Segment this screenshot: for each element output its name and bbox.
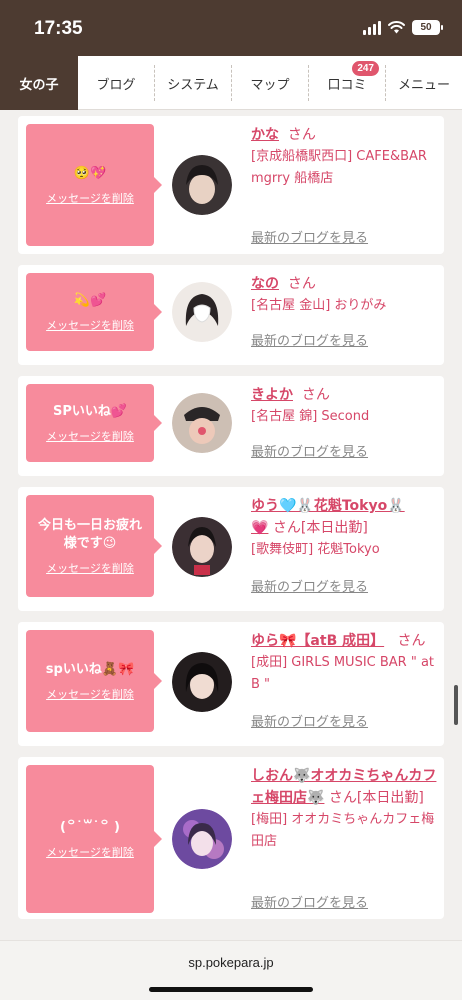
honorific: さん [272, 520, 301, 536]
home-indicator[interactable] [149, 987, 313, 992]
list-item: 💫💕 メッセージを削除 なの さん [名古屋 金山] おりがみ 最新のブログを見… [18, 265, 444, 365]
latest-blog-link[interactable]: 最新のブログを見る [251, 330, 368, 349]
girl-info: きよか さん [名古屋 錦] Second [251, 384, 439, 428]
message-bubble: 今日も一日お疲れ様です😉 メッセージを削除 [26, 495, 162, 597]
message-text: spいいね🧸🎀 [45, 661, 135, 677]
message-text: 💫💕 [73, 292, 107, 308]
nav-tabs: 女の子 ブログ システム マップ 口コミ 247 メニュー [0, 56, 462, 110]
work-status: [本日出勤] [356, 790, 424, 806]
girl-name-link[interactable]: なの [251, 276, 279, 292]
girl-name-link[interactable]: ゆら🎀【atB 成田】 [251, 633, 384, 649]
latest-blog-link[interactable]: 最新のブログを見る [251, 227, 368, 246]
shop-info: [歌舞伎町] 花魁Tokyo [251, 542, 380, 557]
girl-info: しおん🐺オオカミちゃんカフェ梅田店🐺 さん[本日出勤] [梅田] オオカミちゃん… [251, 765, 439, 853]
honorific: さん [301, 387, 330, 403]
honorific: さん [397, 633, 426, 649]
shop-info: [成田] GIRLS MUSIC BAR " at B " [251, 655, 435, 692]
work-status: [本日出勤] [300, 520, 368, 536]
signal-icon [363, 20, 381, 35]
latest-blog-link[interactable]: 最新のブログを見る [251, 892, 368, 911]
message-bubble: (꒪˙꒳˙꒪ ) メッセージを削除 [26, 765, 162, 913]
girl-name-link[interactable]: きよか [251, 387, 293, 403]
girl-info: なの さん [名古屋 金山] おりがみ [251, 273, 439, 317]
battery-icon: 50 [412, 20, 443, 35]
honorific: さん [328, 790, 357, 806]
list-item: 今日も一日お疲れ様です😉 メッセージを削除 ゆう🩵🐰花魁Tokyo🐰💗 さん[本… [18, 487, 444, 611]
scrollbar[interactable] [454, 685, 458, 725]
message-text: 🥺💖 [73, 165, 107, 181]
tab-reviews[interactable]: 口コミ 247 [309, 56, 385, 110]
wifi-icon [388, 21, 405, 34]
tab-menu[interactable]: メニュー [386, 56, 462, 110]
reviews-count-badge: 247 [352, 61, 379, 76]
status-icons: 50 [363, 20, 443, 35]
latest-blog-link[interactable]: 最新のブログを見る [251, 711, 368, 730]
delete-message-link[interactable]: メッセージを削除 [46, 428, 134, 444]
browser-address-bar: sp.pokepara.jp [0, 940, 462, 1000]
message-text: 今日も一日お疲れ様です😉 [37, 517, 142, 551]
honorific: さん [287, 127, 316, 143]
shop-info: [梅田] オオカミちゃんカフェ梅田店 [251, 812, 435, 849]
tab-blog[interactable]: ブログ [78, 56, 154, 110]
avatar[interactable] [172, 517, 232, 577]
message-text: (꒪˙꒳˙꒪ ) [60, 819, 120, 835]
avatar[interactable] [172, 282, 232, 342]
message-bubble: SPいいね💕 メッセージを削除 [26, 384, 162, 462]
shop-info: [京成船橋駅西口] CAFE&BAR mgrry 船橋店 [251, 149, 427, 186]
list-item: (꒪˙꒳˙꒪ ) メッセージを削除 しおん🐺オオカミちゃんカフェ梅田店🐺 さん[… [18, 757, 444, 919]
girls-message-list: 🥺💖 メッセージを削除 かな さん [京成船橋駅西口] CAFE&BAR mgr… [18, 116, 444, 930]
girl-info: ゆう🩵🐰花魁Tokyo🐰💗 さん[本日出勤] [歌舞伎町] 花魁Tokyo [251, 495, 439, 561]
delete-message-link[interactable]: メッセージを削除 [46, 190, 134, 206]
girl-info: かな さん [京成船橋駅西口] CAFE&BAR mgrry 船橋店 [251, 124, 439, 190]
tab-girls[interactable]: 女の子 [0, 56, 78, 110]
message-bubble: 🥺💖 メッセージを削除 [26, 124, 162, 246]
list-item: 🥺💖 メッセージを削除 かな さん [京成船橋駅西口] CAFE&BAR mgr… [18, 116, 444, 254]
delete-message-link[interactable]: メッセージを削除 [46, 560, 134, 576]
delete-message-link[interactable]: メッセージを削除 [46, 686, 134, 702]
message-text: SPいいね💕 [52, 403, 128, 419]
latest-blog-link[interactable]: 最新のブログを見る [251, 576, 368, 595]
delete-message-link[interactable]: メッセージを削除 [46, 844, 134, 860]
tab-reviews-label: 口コミ [327, 77, 367, 93]
tab-system[interactable]: システム [155, 56, 231, 110]
latest-blog-link[interactable]: 最新のブログを見る [251, 441, 368, 460]
avatar[interactable] [172, 155, 232, 215]
shop-info: [名古屋 金山] おりがみ [251, 298, 387, 313]
honorific: さん [287, 276, 316, 292]
avatar[interactable] [172, 652, 232, 712]
shop-info: [名古屋 錦] Second [251, 409, 370, 424]
list-item: spいいね🧸🎀 メッセージを削除 ゆら🎀【atB 成田】 さん [成田] GIR… [18, 622, 444, 746]
status-bar: 17:35 50 [0, 0, 462, 56]
message-bubble: 💫💕 メッセージを削除 [26, 273, 162, 351]
status-time: 17:35 [34, 18, 83, 39]
list-item: SPいいね💕 メッセージを削除 きよか さん [名古屋 錦] Second 最新… [18, 376, 444, 476]
avatar[interactable] [172, 393, 232, 453]
avatar[interactable] [172, 809, 232, 869]
tab-map[interactable]: マップ [232, 56, 308, 110]
girl-info: ゆら🎀【atB 成田】 さん [成田] GIRLS MUSIC BAR " at… [251, 630, 439, 696]
girl-name-link[interactable]: かな [251, 127, 279, 143]
delete-message-link[interactable]: メッセージを削除 [46, 317, 134, 333]
url-text[interactable]: sp.pokepara.jp [0, 955, 462, 970]
message-bubble: spいいね🧸🎀 メッセージを削除 [26, 630, 162, 732]
